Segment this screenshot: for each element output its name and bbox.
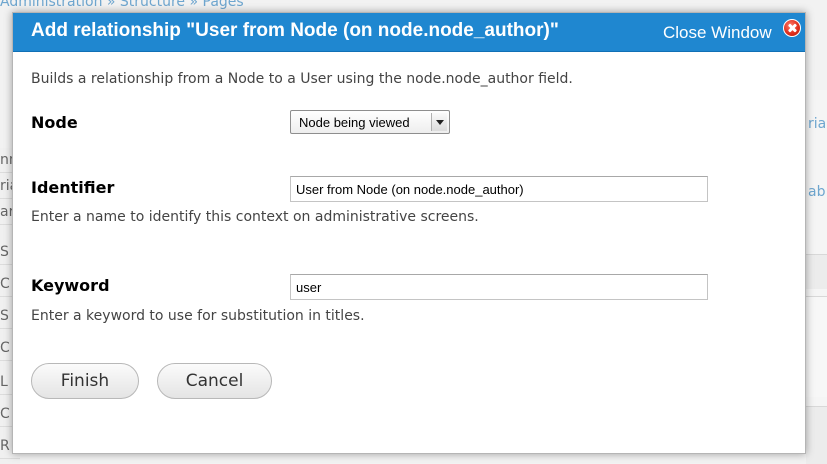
dialog-title: Add relationship "User from Node (on nod…: [31, 20, 559, 41]
chevron-down-icon: [431, 113, 447, 131]
dialog-description: Builds a relationship from a Node to a U…: [31, 71, 573, 87]
keyword-input[interactable]: [290, 274, 708, 300]
dialog-header: Add relationship "User from Node (on nod…: [13, 13, 805, 52]
node-select[interactable]: Node being viewed: [290, 110, 450, 134]
node-select-value: Node being viewed: [299, 115, 410, 130]
background-panel: [806, 296, 827, 397]
identifier-input[interactable]: [290, 176, 708, 202]
keyword-help: Enter a keyword to use for substitution …: [31, 308, 365, 324]
background-fragment: ab: [808, 184, 826, 200]
identifier-help: Enter a name to identify this context on…: [31, 209, 479, 225]
background-panel: [806, 406, 827, 464]
add-relationship-dialog: Add relationship "User from Node (on nod…: [12, 12, 806, 454]
background-panel: [806, 254, 827, 289]
close-window-link[interactable]: Close Window: [663, 23, 772, 43]
finish-button[interactable]: Finish: [31, 363, 139, 399]
page: Administration » Structure » Pages nn ri…: [0, 0, 827, 464]
node-label: Node: [31, 113, 78, 132]
cancel-button[interactable]: Cancel: [157, 363, 272, 399]
close-icon[interactable]: [783, 19, 801, 37]
identifier-label: Identifier: [31, 178, 115, 197]
breadcrumb[interactable]: Administration » Structure » Pages: [0, 0, 244, 10]
keyword-label: Keyword: [31, 276, 110, 295]
background-fragment: ria: [808, 116, 827, 132]
